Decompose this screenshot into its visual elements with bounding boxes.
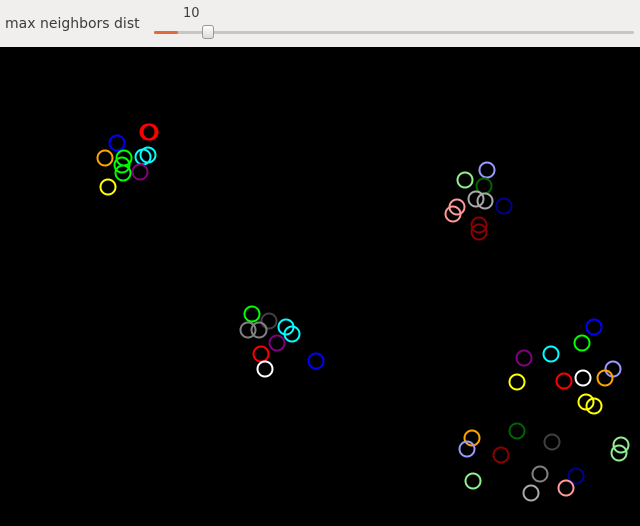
point-circle bbox=[268, 334, 286, 352]
point-circle bbox=[256, 360, 274, 378]
point-circle bbox=[596, 369, 614, 387]
cluster-middle bbox=[239, 305, 325, 378]
point-circle bbox=[243, 305, 261, 323]
cluster-top-right bbox=[444, 161, 513, 241]
point-circle bbox=[522, 484, 540, 502]
point-circle bbox=[250, 321, 268, 339]
point-circle bbox=[492, 446, 510, 464]
plot-canvas[interactable] bbox=[0, 47, 640, 526]
point-circle bbox=[585, 318, 603, 336]
point-circle bbox=[557, 479, 575, 497]
point-circle bbox=[604, 360, 622, 378]
point-circle bbox=[495, 197, 513, 215]
point-circle bbox=[464, 472, 482, 490]
point-circle bbox=[542, 345, 560, 363]
point-circle bbox=[99, 178, 117, 196]
point-circle bbox=[478, 161, 496, 179]
point-circle bbox=[307, 352, 325, 370]
slider-value: 10 bbox=[183, 6, 200, 21]
slider-handle[interactable] bbox=[202, 25, 214, 39]
toolbar: max neighbors dist 10 bbox=[0, 0, 640, 48]
point-circle bbox=[531, 465, 549, 483]
point-circle bbox=[108, 134, 126, 152]
point-circle bbox=[543, 433, 561, 451]
point-circle bbox=[555, 372, 573, 390]
point-circle bbox=[139, 146, 157, 164]
point-circle bbox=[252, 345, 270, 363]
point-circle bbox=[573, 334, 591, 352]
point-circle bbox=[260, 312, 278, 330]
point-circle bbox=[456, 171, 474, 189]
point-circle bbox=[476, 192, 494, 210]
point-circle bbox=[574, 369, 592, 387]
slider-track[interactable] bbox=[154, 31, 634, 34]
point-circle bbox=[131, 163, 149, 181]
cluster-bottom-right bbox=[458, 318, 630, 502]
point-circle bbox=[96, 149, 114, 167]
slider-label: max neighbors dist bbox=[5, 16, 140, 32]
point-circle bbox=[515, 349, 533, 367]
points-plot bbox=[96, 123, 630, 502]
cluster-top-left bbox=[96, 123, 159, 196]
point-circle bbox=[508, 373, 526, 391]
point-circle bbox=[508, 422, 526, 440]
slider-fill bbox=[154, 31, 178, 34]
